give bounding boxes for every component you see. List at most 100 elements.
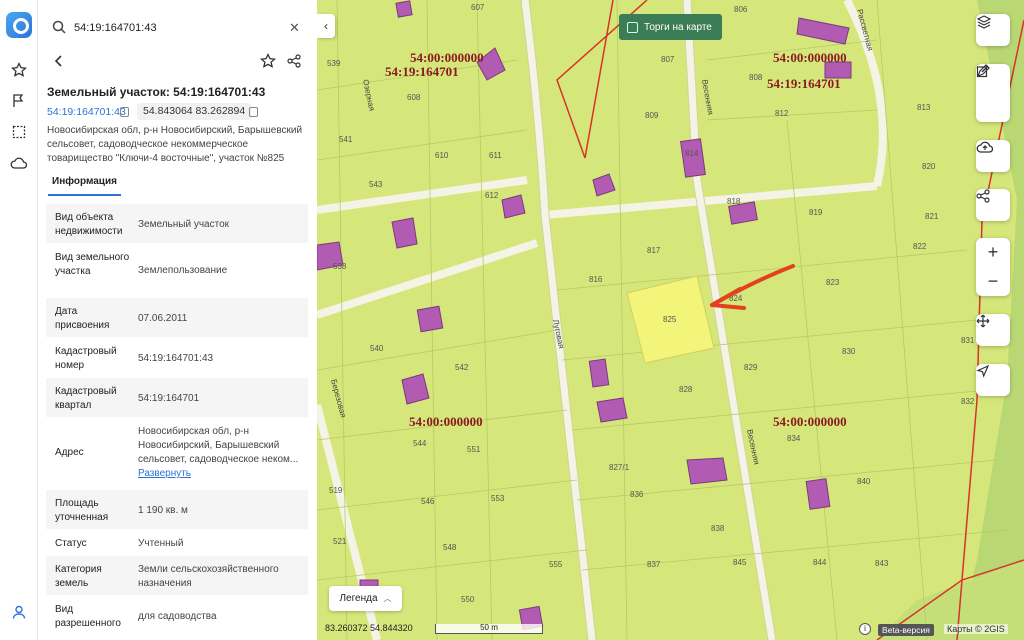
share-icon[interactable] [287,54,301,73]
plot-number: 611 [489,151,502,160]
plot-number: 610 [435,151,449,160]
upload-button[interactable] [976,140,1010,172]
plot-number: 612 [485,191,499,200]
info-value: Новосибирская обл, р-н Новосибирский, Ба… [138,425,302,481]
plot-number: 830 [842,347,856,356]
cloud-upload-icon [976,141,994,153]
plot-number: 816 [589,275,603,284]
plot-number: 550 [461,595,475,604]
zoom-controls: + − [976,238,1010,296]
info-row: Дата присвоения 07.06.2011 [46,298,308,338]
street-label: Весенняя [745,429,761,466]
info-row: Площадь уточненная 1 190 кв. м [46,490,308,530]
plot-number: 828 [679,385,693,394]
plot-number: 818 [727,197,741,206]
cloud-icon[interactable] [9,153,29,173]
plot-number: 538 [333,262,347,271]
plot-number: 827/1 [609,463,630,472]
plot-number: 542 [455,363,469,372]
expand-address-link[interactable]: Развернуть [138,468,191,479]
scale-bar: 50 m [435,624,543,634]
tab-information[interactable]: Информация [48,171,121,196]
plot-number: 608 [407,93,421,102]
layers-button[interactable] [976,14,1010,46]
cadastral-label: 54:00:000000 [773,414,847,429]
parcel-address: Новосибирская обл, р-н Новосибирский, Ба… [47,125,303,164]
map-view[interactable]: Весенняя Весенняя Луговая Березовая Расс… [317,0,1024,640]
copy-cad-number-icon[interactable] [120,107,129,117]
area-select-icon[interactable] [9,122,29,142]
cadastral-number-link[interactable]: 54:19:164701:43 [47,106,126,118]
draw-tools-group [976,64,1010,122]
plot-number: 551 [467,445,481,454]
collapse-panel-button[interactable]: ‹ [317,14,335,38]
info-key: Дата присвоения [55,306,110,331]
route-flag-icon[interactable] [9,91,29,111]
info-key: Вид объекта недвижимости [55,212,123,237]
clear-search-icon[interactable]: ✕ [289,20,300,36]
map-copyright[interactable]: Карты © 2GIS [944,624,1008,634]
info-row: Вид разрешенного для садоводства [46,596,308,636]
cadastral-label: 54:19:164701 [385,64,459,79]
road [317,239,539,319]
bookmark-star-icon[interactable] [259,52,277,74]
zoom-out-icon[interactable]: − [988,271,999,292]
legend-button[interactable]: Легенда ︿ [329,586,402,611]
cadastral-label: 54:00:000000 [410,50,484,65]
layers-icon [976,15,992,29]
plot-number: 555 [549,560,563,569]
plot-number: 553 [491,494,505,503]
app-logo-icon[interactable] [6,12,32,38]
auctions-on-map-toggle[interactable]: Торги на карте [619,14,722,40]
my-location-button[interactable] [976,364,1010,396]
plot-number: 519 [329,486,343,495]
coordinates-chip: 54.843064 83.262894 [137,103,252,120]
info-key: Статус [55,538,87,549]
info-key: Вид земельного участка [55,252,130,277]
plot-number: 817 [647,246,661,255]
pan-button[interactable] [976,314,1010,346]
info-value: 54:19:164701 [138,393,200,404]
panel-toolbar [38,52,317,74]
zoom-in-icon[interactable]: + [988,242,999,263]
address-value: Новосибирская обл, р-н Новосибирский, Ба… [138,426,299,465]
search-icon [52,20,66,34]
plot-number: 820 [922,162,936,171]
red-arrow-annotation [710,264,795,310]
info-row: Вид земельного участка Землепользование [46,244,308,298]
auctions-label: Торги на карте [644,21,712,33]
plot-number: 840 [857,477,871,486]
info-value: Земли сельскохозяйственного назначения [138,564,279,589]
info-icon[interactable]: i [859,623,871,635]
user-profile-icon[interactable] [9,602,29,622]
plot-number: 825 [663,315,677,324]
info-value: Землепользование [138,265,228,276]
search-bar: ✕ [38,0,317,50]
info-value: для садоводства [138,611,217,622]
search-input[interactable] [74,17,284,39]
back-arrow-icon[interactable] [53,54,65,71]
favorites-star-icon[interactable] [9,60,29,80]
info-value: Учтенный [138,538,184,549]
plot-number: 836 [630,490,644,499]
plot-number: 819 [809,208,823,217]
left-rail [0,0,38,640]
copy-coordinates-icon[interactable] [249,107,258,117]
plot-number: 539 [327,59,341,68]
plot-number: 829 [744,363,758,372]
street-label: Весенняя [700,79,715,116]
plot-number: 541 [339,135,353,144]
plot-number: 540 [370,344,384,353]
cadastral-labels: 54:00:000000 54:19:164701 54:00:000000 5… [385,50,847,429]
parcel-info-panel: ✕ Земельный участок: 54:19:164701:43 54:… [38,0,317,640]
auctions-checkbox[interactable] [627,21,638,33]
info-row: Кадастровый номер 54:19:164701:43 [46,338,308,378]
plot-number: 808 [749,73,763,82]
share-map-button[interactable] [976,189,1010,221]
plot-number: 823 [826,278,840,287]
plot-number: 821 [925,212,939,221]
edit-icon[interactable] [976,64,990,78]
plot-number: 814 [685,149,699,158]
plot-number: 837 [647,560,661,569]
info-key: Кадастровый номер [55,346,117,371]
